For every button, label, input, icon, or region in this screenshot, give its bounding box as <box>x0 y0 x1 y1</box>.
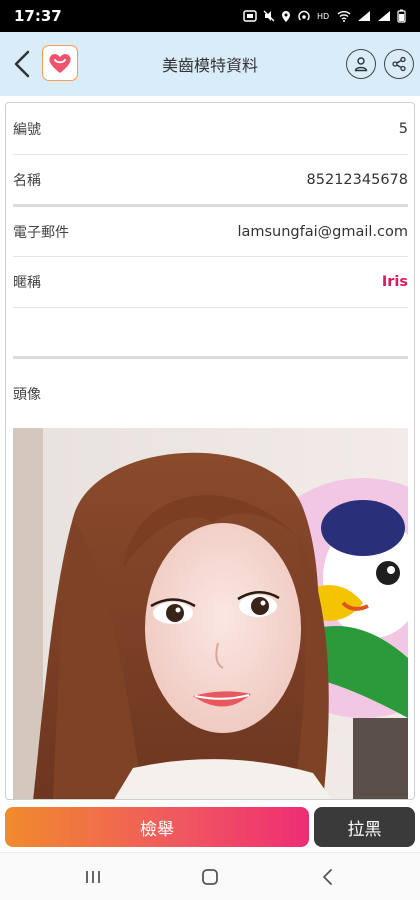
header: 美齒模特資料 <box>0 32 420 96</box>
field-row-nickname: 暱稱 Iris <box>13 257 408 307</box>
user-icon <box>354 57 368 72</box>
avatar-label-row: 頭像 <box>13 369 408 419</box>
status-icons: HD <box>243 9 406 23</box>
report-button[interactable]: 檢舉 <box>5 807 309 847</box>
divider <box>13 356 408 359</box>
app-logo <box>42 45 78 81</box>
battery-icon <box>397 9 406 23</box>
back-arrow-icon <box>323 869 332 885</box>
field-value-nickname: Iris <box>381 274 408 290</box>
home-button[interactable] <box>190 863 230 891</box>
recent-apps-button[interactable] <box>73 863 113 891</box>
status-bar: 17:37 HD <box>0 0 420 32</box>
field-label-name: 名稱 <box>13 173 41 189</box>
field-row-email: 電子郵件 lamsungfai@gmail.com <box>13 207 408 257</box>
signal-icon-2 <box>377 10 391 22</box>
signal-icon <box>357 10 371 22</box>
profile-button[interactable] <box>346 49 376 79</box>
wifi-icon <box>337 10 351 22</box>
location-icon <box>281 10 291 23</box>
home-icon <box>202 869 218 885</box>
action-bar: 檢舉 拉黑 <box>0 805 420 851</box>
field-value-email: lamsungfai@gmail.com <box>237 224 408 240</box>
field-label-id: 編號 <box>13 122 41 138</box>
hotspot-icon <box>297 10 311 23</box>
notification-icon <box>243 10 257 22</box>
profile-card: 編號 5 名稱 85212345678 電子郵件 lamsungfai@gmai… <box>5 102 415 800</box>
avatar-label: 頭像 <box>13 387 41 403</box>
field-value-id: 5 <box>398 121 408 137</box>
system-back-button[interactable] <box>307 863 347 891</box>
svg-text:HD: HD <box>317 12 329 21</box>
system-nav-bar <box>0 852 420 900</box>
divider <box>13 307 408 308</box>
field-row-id: 編號 5 <box>13 104 408 154</box>
chevron-left-icon <box>14 50 30 78</box>
back-button[interactable] <box>8 48 36 80</box>
share-icon <box>392 56 406 72</box>
mute-icon <box>263 10 275 22</box>
field-row-name: 名稱 85212345678 <box>13 155 408 205</box>
recent-apps-icon <box>86 871 100 883</box>
heart-logo-icon <box>49 54 71 73</box>
field-label-email: 電子郵件 <box>13 225 69 241</box>
avatar-image <box>13 428 408 799</box>
field-value-name: 85212345678 <box>306 172 408 188</box>
field-label-nickname: 暱稱 <box>13 275 41 291</box>
share-button[interactable] <box>384 49 414 79</box>
hd-icon: HD <box>317 11 331 21</box>
avatar-photo[interactable] <box>13 428 408 799</box>
block-button[interactable]: 拉黑 <box>314 807 415 847</box>
status-time: 17:37 <box>14 7 62 25</box>
